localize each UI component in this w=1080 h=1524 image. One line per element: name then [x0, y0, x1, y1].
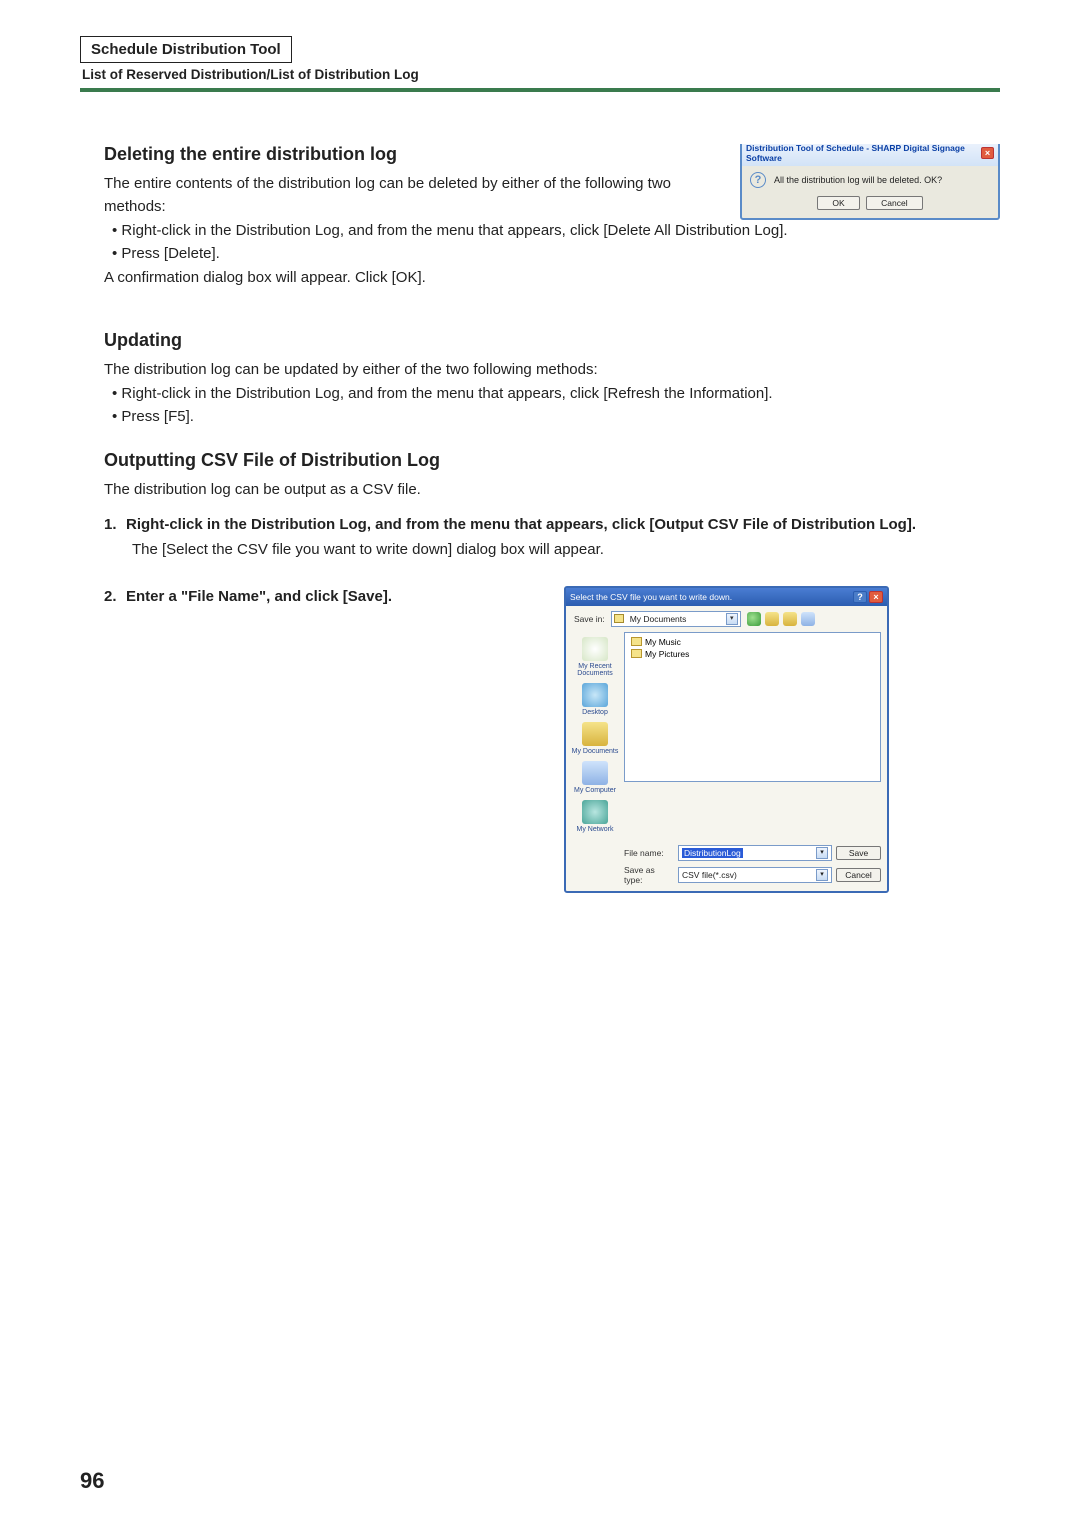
new-folder-icon[interactable]: [783, 612, 797, 626]
sidebar-documents[interactable]: My Documents: [566, 722, 624, 755]
list-item: Right-click in the Distribution Log, and…: [112, 220, 1000, 243]
section-output-csv: Outputting CSV File of Distribution Log …: [104, 450, 1000, 893]
save-button[interactable]: Save: [836, 846, 881, 860]
documents-icon: [582, 722, 608, 746]
section2-intro: The distribution log can be updated by e…: [104, 359, 1000, 382]
dialog-titlebar: Distribution Tool of Schedule - SHARP Di…: [742, 144, 998, 166]
header-subtitle: List of Reserved Distribution/List of Di…: [80, 67, 1000, 82]
cancel-button[interactable]: Cancel: [836, 868, 881, 882]
confirm-dialog-wrapper: Distribution Tool of Schedule - SHARP Di…: [740, 144, 1000, 220]
filename-value: DistributionLog: [682, 848, 743, 858]
savein-value: My Documents: [630, 614, 687, 624]
close-icon[interactable]: ×: [981, 147, 994, 159]
sidebar-network[interactable]: My Network: [566, 800, 624, 833]
page-header: Schedule Distribution Tool List of Reser…: [80, 36, 1000, 92]
cancel-button[interactable]: Cancel: [866, 196, 922, 210]
list-item[interactable]: My Music: [631, 637, 874, 647]
step-1: 1.Right-click in the Distribution Log, a…: [104, 514, 1000, 562]
save-dialog-title: Select the CSV file you want to write do…: [570, 592, 732, 602]
recent-icon: [582, 637, 608, 661]
folder-icon: [614, 614, 624, 623]
save-bottom-panel: File name: DistributionLog ▾ Save Save a…: [566, 841, 887, 891]
chevron-down-icon[interactable]: ▾: [816, 869, 828, 881]
titlebar-buttons: ? ×: [853, 591, 883, 603]
step-2-row: 2.Enter a "File Name", and click [Save].…: [104, 586, 1000, 893]
step2-instruction: 2.Enter a "File Name", and click [Save].: [104, 586, 544, 608]
dialog-message: All the distribution log will be deleted…: [774, 175, 942, 185]
close-icon[interactable]: ×: [869, 591, 883, 603]
folder-icon: [631, 649, 642, 658]
dialog-content: ? All the distribution log will be delet…: [742, 166, 998, 192]
type-field[interactable]: CSV file(*.csv) ▾: [678, 867, 832, 883]
section1-bullets: Right-click in the Distribution Log, and…: [112, 220, 1000, 265]
section-deleting: Distribution Tool of Schedule - SHARP Di…: [104, 144, 1000, 292]
chevron-down-icon[interactable]: ▾: [726, 613, 738, 625]
confirm-dialog: Distribution Tool of Schedule - SHARP Di…: [740, 144, 1000, 220]
header-divider: [80, 88, 1000, 92]
header-box-title: Schedule Distribution Tool: [80, 36, 292, 63]
type-label: Save as type:: [624, 865, 674, 885]
sidebar-desktop[interactable]: Desktop: [566, 683, 624, 716]
type-value: CSV file(*.csv): [682, 870, 737, 880]
step-number: 2.: [104, 586, 126, 608]
help-icon[interactable]: ?: [853, 591, 867, 603]
back-icon[interactable]: [747, 612, 761, 626]
savein-label: Save in:: [574, 614, 605, 624]
page-number: 96: [80, 1468, 104, 1494]
save-dialog-titlebar: Select the CSV file you want to write do…: [566, 588, 887, 606]
filename-label: File name:: [624, 848, 674, 858]
section3-intro: The distribution log can be output as a …: [104, 479, 1000, 502]
step-2: 2.Enter a "File Name", and click [Save].: [104, 586, 544, 612]
toolbar-icons: [747, 612, 815, 626]
section1-after: A confirmation dialog box will appear. C…: [104, 267, 1000, 290]
list-item: Right-click in the Distribution Log, and…: [112, 383, 1000, 406]
view-menu-icon[interactable]: [801, 612, 815, 626]
list-item[interactable]: My Pictures: [631, 649, 874, 659]
section-updating: Updating The distribution log can be upd…: [104, 330, 1000, 431]
list-item: Press [F5].: [112, 406, 1000, 429]
filename-field[interactable]: DistributionLog ▾: [678, 845, 832, 861]
computer-icon: [582, 761, 608, 785]
section3-title: Outputting CSV File of Distribution Log: [104, 450, 1000, 471]
places-sidebar: My Recent Documents Desktop My Documents…: [566, 632, 624, 841]
dialog-title: Distribution Tool of Schedule - SHARP Di…: [746, 144, 981, 163]
savein-combo[interactable]: My Documents ▾: [611, 611, 741, 627]
dialog-buttons: OK Cancel: [742, 192, 998, 218]
desktop-icon: [582, 683, 608, 707]
save-toolbar: Save in: My Documents ▾: [566, 606, 887, 632]
step1-desc: The [Select the CSV file you want to wri…: [132, 539, 1000, 562]
network-icon: [582, 800, 608, 824]
file-list[interactable]: My Music My Pictures: [624, 632, 881, 782]
ok-button[interactable]: OK: [817, 196, 859, 210]
section2-bullets: Right-click in the Distribution Log, and…: [112, 383, 1000, 428]
chevron-down-icon[interactable]: ▾: [816, 847, 828, 859]
question-icon: ?: [750, 172, 766, 188]
folder-icon: [631, 637, 642, 646]
up-folder-icon[interactable]: [765, 612, 779, 626]
save-dialog: Select the CSV file you want to write do…: [564, 586, 889, 893]
save-body: My Recent Documents Desktop My Documents…: [566, 632, 887, 841]
section2-title: Updating: [104, 330, 1000, 351]
step-number: 1.: [104, 514, 126, 536]
list-item: Press [Delete].: [112, 243, 1000, 266]
sidebar-recent[interactable]: My Recent Documents: [566, 637, 624, 677]
sidebar-computer[interactable]: My Computer: [566, 761, 624, 794]
step1-instruction: 1.Right-click in the Distribution Log, a…: [104, 514, 1000, 536]
